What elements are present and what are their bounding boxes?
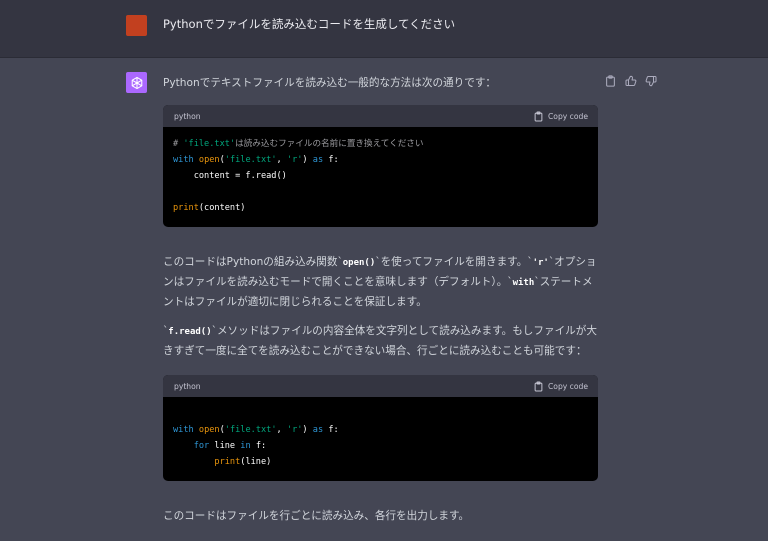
code-block-header: python Copy code: [163, 105, 598, 127]
code-line: # 'file.txt'は読み込むファイルの名前に置き換えてください: [173, 139, 424, 149]
explanation-paragraph-1: このコードはPythonの組み込み関数`open()`を使ってファイルを開きます…: [163, 256, 597, 308]
assistant-message: Pythonでテキストファイルを読み込む一般的な方法は次の通りです： pytho…: [163, 74, 599, 526]
code-line: for line in f:: [193, 441, 267, 451]
code-line: print(line): [214, 457, 272, 467]
copy-message-button[interactable]: [604, 74, 617, 87]
code-block-2: python Copy code with open('file.txt', '…: [163, 375, 598, 481]
copy-code-label: Copy code: [548, 381, 588, 391]
user-message-row: Pythonでファイルを読み込むコードを生成してください: [0, 0, 768, 58]
code-language-label: python: [174, 111, 201, 121]
code-block-1: python Copy code # 'file.txt'は読み込むファイルの名…: [163, 105, 598, 227]
thumbs-down-button[interactable]: [644, 74, 657, 87]
code-line: content = f.read(): [173, 171, 287, 181]
code-block-header: python Copy code: [163, 375, 598, 397]
code-line: print(content): [173, 203, 246, 213]
thumbs-up-icon: [625, 75, 636, 86]
code-language-label: python: [174, 381, 201, 391]
copy-code-label: Copy code: [548, 111, 588, 121]
thumbs-down-icon: [645, 75, 656, 86]
outro-text: このコードはファイルを行ごとに読み込み、各行を出力します。: [163, 510, 470, 522]
copy-code-button[interactable]: Copy code: [534, 381, 588, 392]
user-message-text: Pythonでファイルを読み込むコードを生成してください: [163, 17, 456, 31]
thumbs-up-button[interactable]: [624, 74, 637, 87]
code-line: with open('file.txt', 'r') as f:: [173, 155, 339, 165]
code-content: # 'file.txt'は読み込むファイルの名前に置き換えてください with …: [163, 127, 598, 227]
assistant-avatar: [126, 72, 147, 93]
intro-text: Pythonでテキストファイルを読み込む一般的な方法は次の通りです：: [163, 77, 497, 89]
code-line: with open('file.txt', 'r') as f:: [173, 425, 339, 435]
clipboard-icon: [534, 381, 543, 391]
code-content: with open('file.txt', 'r') as f: for lin…: [163, 397, 598, 481]
clipboard-icon: [534, 111, 543, 121]
clipboard-icon: [606, 74, 615, 87]
explanation-paragraph-2: `f.read()`メソッドはファイルの内容全体を文字列として読み込みます。もし…: [163, 325, 597, 357]
openai-logo-icon: [131, 76, 142, 89]
user-avatar: [126, 15, 147, 36]
copy-code-button[interactable]: Copy code: [534, 111, 588, 122]
message-actions: [604, 74, 657, 87]
